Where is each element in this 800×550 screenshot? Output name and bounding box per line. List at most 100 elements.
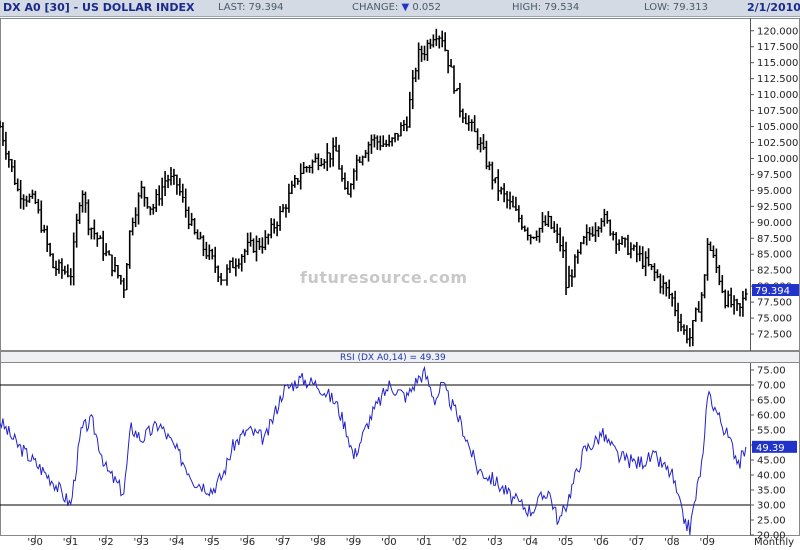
price-bar [664,281,669,297]
price-bar [661,275,666,295]
price-bar [12,160,17,186]
price-bar [183,188,188,218]
price-bar [124,262,129,291]
price-y-tick-label: 90.000 [757,218,792,229]
down-arrow-icon: ▼ [401,2,410,13]
price-bar [561,236,566,259]
price-bar [171,168,176,185]
price-bar [711,245,716,258]
price-y-tick-label: 97.500 [757,170,792,181]
price-bar [112,256,117,273]
price-bar [80,190,85,213]
price-bar [260,237,265,254]
price-bar [449,59,454,68]
price-bar [431,34,436,48]
price-bar [210,248,215,260]
price-bar [384,139,389,147]
price-bar [142,186,147,207]
price-bar [407,91,412,128]
price-bar [437,35,442,49]
price-bar [446,49,451,74]
price-bar [572,254,577,278]
price-bar [593,222,598,243]
high-price: HIGH: 79.534 [512,2,580,13]
price-bar [387,134,392,147]
rsi-y-tick-label: 40.00 [757,471,786,482]
price-bar [139,180,144,199]
last-price: LAST: 79.394 [218,2,284,13]
rsi-y-tick-label: 35.00 [757,486,786,497]
price-bar [154,189,159,213]
rsi-panel: 20.0025.0030.0035.0040.0045.0050.0055.00… [0,351,800,542]
price-bar [18,179,23,209]
rsi-y-tick-label: 70.00 [757,381,786,392]
price-bar [684,325,689,344]
price-bar [502,183,507,203]
price-bar [133,207,138,228]
price-bar [434,28,439,47]
price-bar [555,223,560,244]
price-bar [708,241,713,252]
price-bar [463,113,468,125]
price-bar [71,232,76,286]
price-bar [490,161,495,190]
price-bar [254,235,259,262]
price-bar [275,221,280,237]
price-bar [204,241,209,259]
chart-date: 2/1/2010 [747,1,800,14]
price-y-tick-label: 77.500 [757,298,792,309]
price-bar [118,274,123,285]
price-bar [634,241,639,263]
price-bar [269,218,274,239]
price-bar [334,136,339,152]
price-bar [45,225,50,253]
price-panel-frame [0,18,800,351]
price-bar [257,237,262,251]
price-bar [381,135,386,148]
price-y-tick-label: 120.000 [757,26,798,37]
rsi-y-tick-label: 45.00 [757,456,786,467]
price-bar [443,32,448,52]
price-bar [646,248,651,267]
price-bar [337,144,342,170]
price-bar [466,115,471,131]
x-tick-label: '07 [629,537,644,548]
price-bar [525,227,530,241]
price-bar [649,264,654,271]
x-tick-label: '05 [558,537,573,548]
price-bar [89,227,94,240]
price-bar [207,244,212,260]
price-bar [679,313,684,332]
price-bar [584,224,589,246]
price-bar [566,265,571,289]
price-bar [643,251,648,277]
x-tick-label: '04 [523,537,538,548]
price-bar [605,210,610,224]
price-bar [263,230,268,251]
price-bar [702,274,707,299]
price-y-tick-label: 115.000 [757,58,798,69]
price-bar [575,249,580,264]
price-bar [740,290,745,317]
price-bar [534,230,539,241]
price-bar [452,65,457,94]
rsi-y-tick-label: 75.00 [757,366,786,377]
price-bar [676,302,681,332]
price-bar [331,137,336,167]
price-bar [148,206,153,216]
price-bar [564,241,569,296]
price-y-tick-label: 82.500 [757,266,792,277]
price-bar [151,203,156,215]
price-bar [499,186,504,195]
x-tick-label: '08 [664,537,679,548]
rsi-y-tick-label: 60.00 [757,411,786,422]
price-bar [608,219,613,236]
price-y-tick-label: 72.500 [757,330,792,341]
price-bar [233,258,238,277]
price-y-tick-label: 100.000 [757,154,798,165]
price-bar [86,199,91,236]
price-bar [508,191,513,210]
price-bar [316,153,321,171]
price-y-tick-label: 87.500 [757,234,792,245]
x-tick-label: '96 [240,537,255,548]
